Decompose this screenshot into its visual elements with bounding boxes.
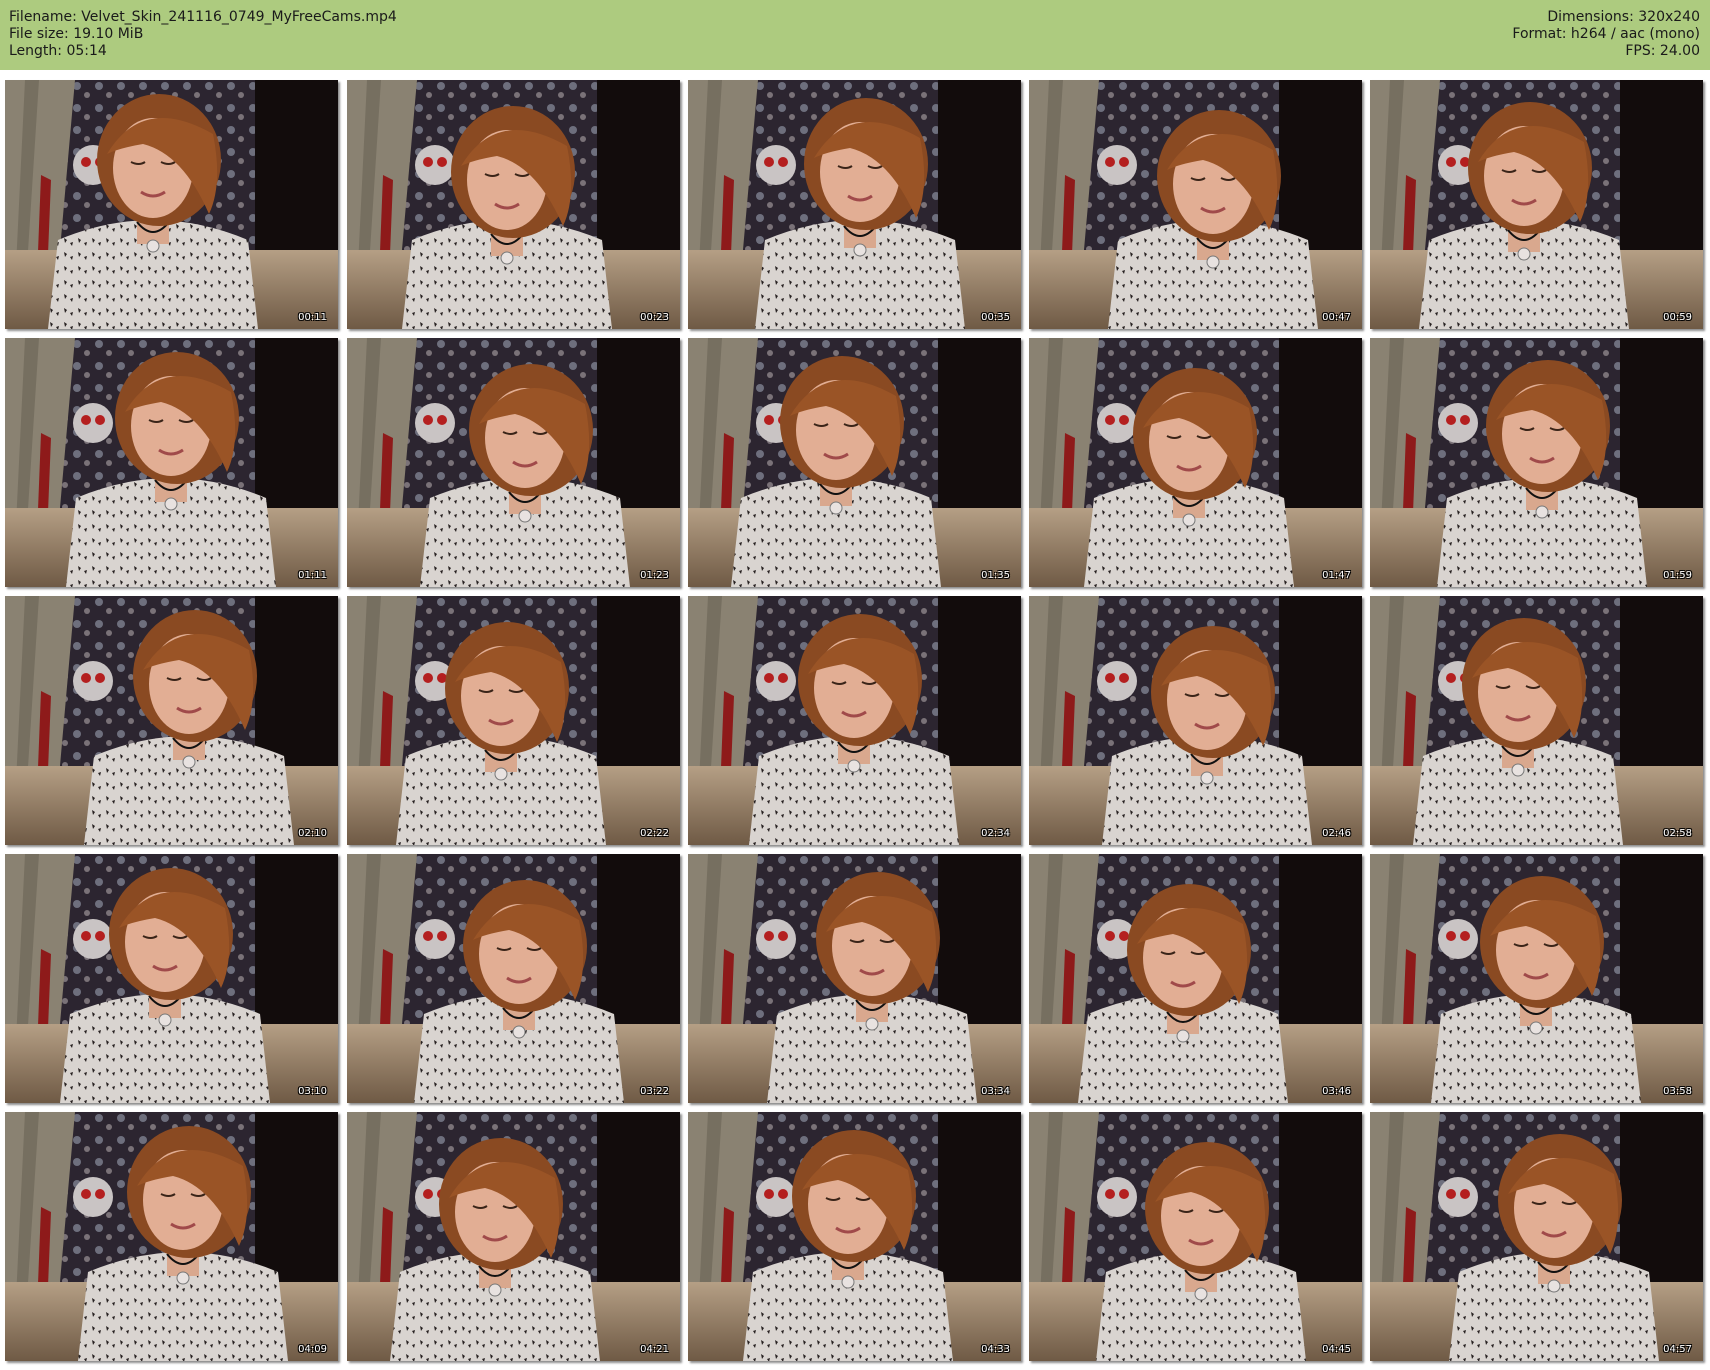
frame-image	[1370, 338, 1703, 587]
timestamp-label: 03:10	[298, 1086, 327, 1097]
video-thumbnail[interactable]: 01:35	[688, 338, 1021, 587]
frame-image	[1029, 1112, 1362, 1361]
timestamp-label: 02:34	[981, 828, 1010, 839]
video-thumbnail[interactable]: 01:47	[1029, 338, 1362, 587]
frame-image	[5, 854, 338, 1103]
timestamp-label: 02:10	[298, 828, 327, 839]
timestamp-label: 03:22	[640, 1086, 669, 1097]
video-thumbnail[interactable]: 04:21	[347, 1112, 680, 1361]
timestamp-label: 00:35	[981, 312, 1010, 323]
frame-image	[5, 338, 338, 587]
video-thumbnail[interactable]: 00:47	[1029, 80, 1362, 329]
video-thumbnail[interactable]: 03:10	[5, 854, 338, 1103]
timestamp-label: 00:47	[1322, 312, 1351, 323]
timestamp-label: 02:22	[640, 828, 669, 839]
timestamp-label: 04:45	[1322, 1344, 1351, 1355]
video-thumbnail[interactable]: 00:23	[347, 80, 680, 329]
timestamp-label: 01:23	[640, 570, 669, 581]
video-thumbnail[interactable]: 01:23	[347, 338, 680, 587]
frame-image	[1370, 1112, 1703, 1361]
video-thumbnail[interactable]: 04:57	[1370, 1112, 1703, 1361]
video-thumbnail[interactable]: 02:46	[1029, 596, 1362, 845]
video-thumbnail[interactable]: 01:59	[1370, 338, 1703, 587]
timestamp-label: 03:34	[981, 1086, 1010, 1097]
thumbnail-grid: 00:11 00:23 00:35 00:47 00:59 01:11 01:23 01:35…	[0, 0, 1710, 1370]
timestamp-label: 04:57	[1663, 1344, 1692, 1355]
timestamp-label: 01:47	[1322, 570, 1351, 581]
video-thumbnail[interactable]: 03:34	[688, 854, 1021, 1103]
video-thumbnail[interactable]: 02:34	[688, 596, 1021, 845]
frame-image	[347, 1112, 680, 1361]
video-thumbnail[interactable]: 04:45	[1029, 1112, 1362, 1361]
frame-image	[688, 1112, 1021, 1361]
frame-image	[5, 80, 338, 329]
video-thumbnail[interactable]: 03:22	[347, 854, 680, 1103]
video-thumbnail[interactable]: 02:10	[5, 596, 338, 845]
timestamp-label: 03:58	[1663, 1086, 1692, 1097]
frame-image	[5, 596, 338, 845]
video-thumbnail[interactable]: 00:35	[688, 80, 1021, 329]
frame-image	[1370, 596, 1703, 845]
frame-image	[1029, 80, 1362, 329]
timestamp-label: 01:35	[981, 570, 1010, 581]
timestamp-label: 04:33	[981, 1344, 1010, 1355]
frame-image	[347, 338, 680, 587]
timestamp-label: 01:59	[1663, 570, 1692, 581]
timestamp-label: 00:59	[1663, 312, 1692, 323]
frame-image	[1029, 338, 1362, 587]
frame-image	[1029, 596, 1362, 845]
frame-image	[688, 338, 1021, 587]
video-thumbnail[interactable]: 04:09	[5, 1112, 338, 1361]
video-thumbnail[interactable]: 02:58	[1370, 596, 1703, 845]
frame-image	[347, 854, 680, 1103]
timestamp-label: 02:58	[1663, 828, 1692, 839]
frame-image	[347, 80, 680, 329]
frame-image	[1029, 854, 1362, 1103]
frame-image	[1370, 854, 1703, 1103]
video-thumbnail[interactable]: 01:11	[5, 338, 338, 587]
timestamp-label: 00:23	[640, 312, 669, 323]
timestamp-label: 00:11	[298, 312, 327, 323]
frame-image	[688, 596, 1021, 845]
frame-image	[1370, 80, 1703, 329]
frame-image	[347, 596, 680, 845]
timestamp-label: 04:21	[640, 1344, 669, 1355]
timestamp-label: 03:46	[1322, 1086, 1351, 1097]
video-thumbnail[interactable]: 03:46	[1029, 854, 1362, 1103]
frame-image	[688, 854, 1021, 1103]
frame-image	[5, 1112, 338, 1361]
video-thumbnail[interactable]: 02:22	[347, 596, 680, 845]
timestamp-label: 04:09	[298, 1344, 327, 1355]
video-thumbnail[interactable]: 04:33	[688, 1112, 1021, 1361]
timestamp-label: 02:46	[1322, 828, 1351, 839]
frame-image	[688, 80, 1021, 329]
timestamp-label: 01:11	[298, 570, 327, 581]
video-thumbnail[interactable]: 03:58	[1370, 854, 1703, 1103]
video-thumbnail[interactable]: 00:59	[1370, 80, 1703, 329]
video-thumbnail[interactable]: 00:11	[5, 80, 338, 329]
